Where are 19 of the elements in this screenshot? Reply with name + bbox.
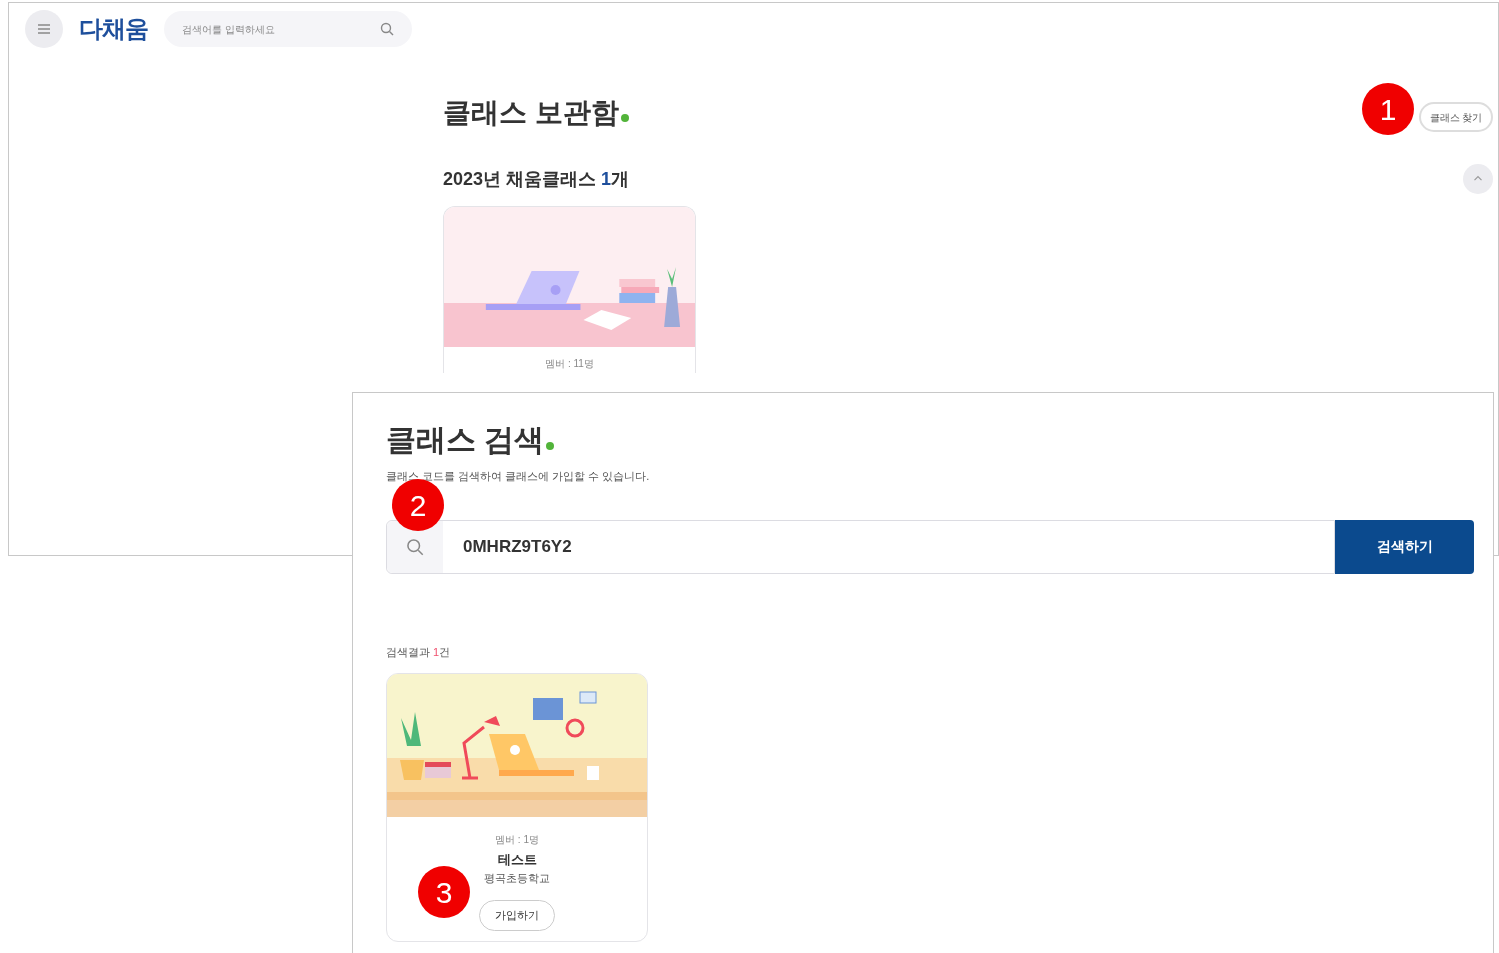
class-card[interactable]: 멤버 : 11명 [443,206,696,373]
panel-title: 클래스 검색 [386,417,1460,462]
menu-button[interactable] [25,10,63,48]
find-class-button[interactable]: 클래스 찾기 [1419,102,1493,132]
search-button[interactable]: 검색하기 [1335,519,1474,574]
join-button[interactable]: 가입하기 [479,900,555,931]
school-name: 평곡초등학교 [484,870,550,886]
member-count: 멤버 : 11명 [545,357,594,371]
section-heading: 2023년 채움클래스 1개 [443,167,630,191]
search-icon [380,22,394,36]
search-icon [406,537,424,556]
member-count: 멤버 : 1명 [495,833,539,847]
class-name: 테스트 [497,851,537,869]
search-field[interactable]: 검색어를 입력하세요 [164,11,412,47]
page-title: 클래스 보관함 [443,92,629,134]
logo[interactable]: 다채움 [79,11,148,47]
menu-icon [37,23,51,35]
code-field[interactable]: 0MHRZ9T6Y2 [386,519,1335,574]
result-count: 검색결과 1건 [386,644,452,660]
